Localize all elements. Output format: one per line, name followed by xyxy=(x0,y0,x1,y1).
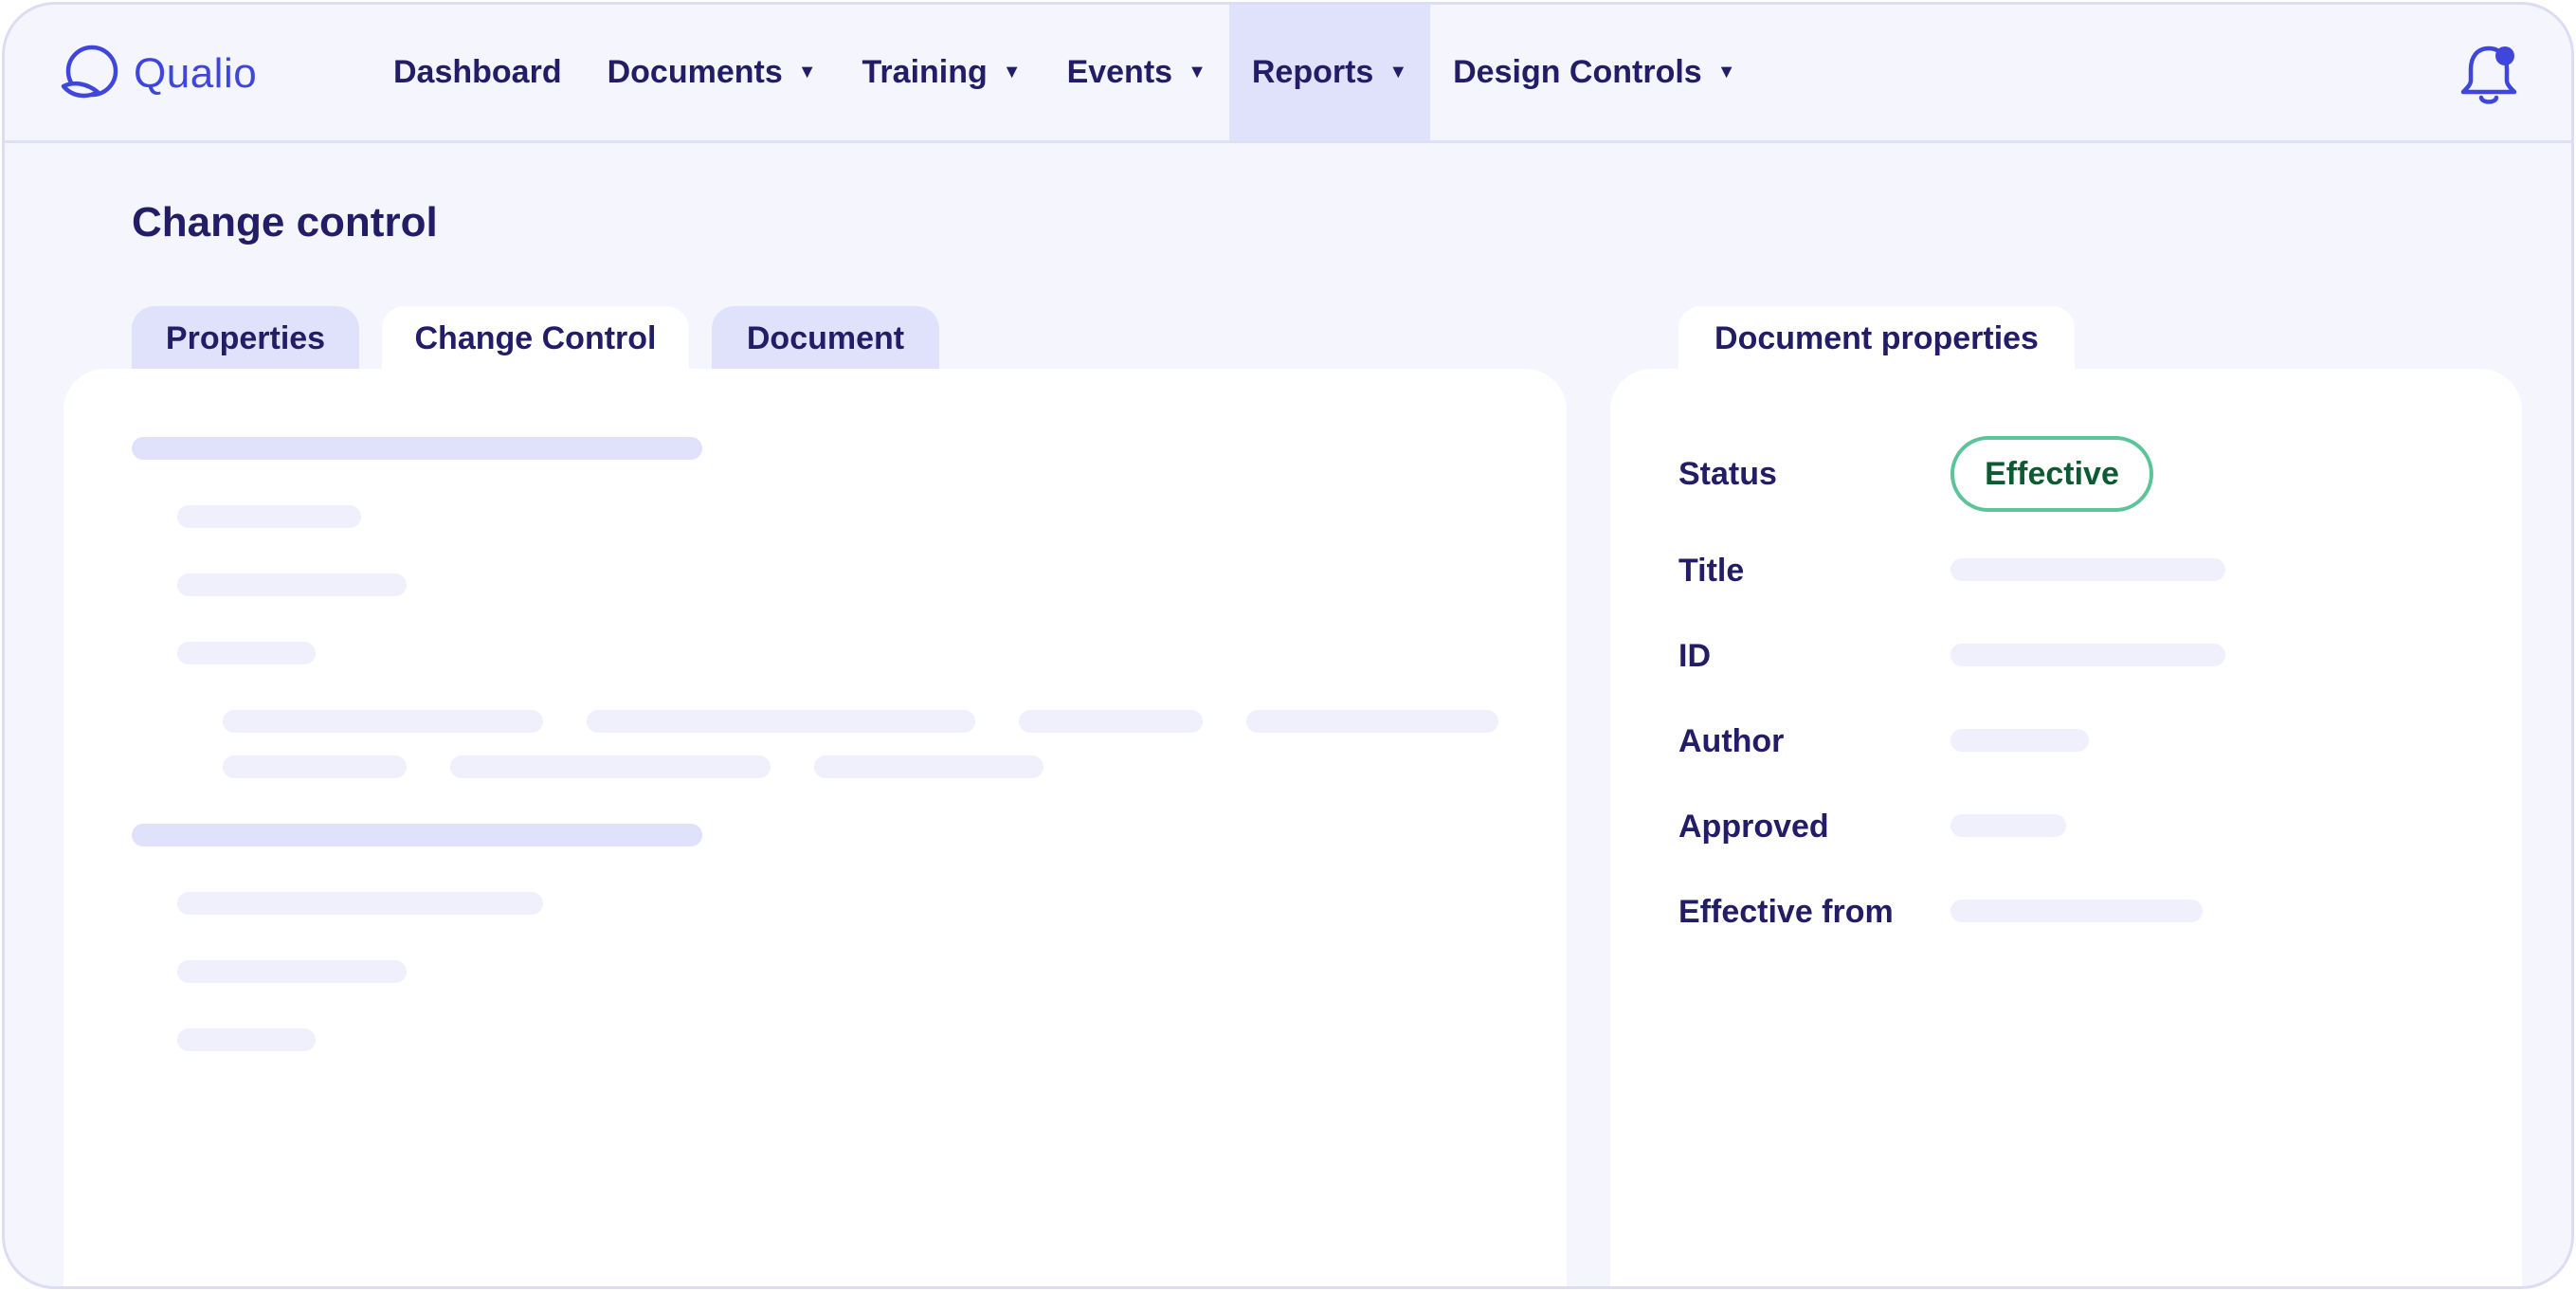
property-label-effective-from: Effective from xyxy=(1678,894,1894,930)
property-value-approved-skeleton xyxy=(1950,814,2066,837)
status-badge: Effective xyxy=(1950,436,2153,512)
nav-dashboard[interactable]: Dashboard xyxy=(371,5,585,140)
nav-training[interactable]: Training ▼ xyxy=(840,5,1044,140)
qualio-logo[interactable]: Qualio xyxy=(60,43,257,105)
tab-document-properties-label: Document properties xyxy=(1714,319,2039,356)
skeleton-line xyxy=(223,755,407,778)
nav-dashboard-label: Dashboard xyxy=(393,54,562,90)
tab-document-properties[interactable]: Document properties xyxy=(1678,306,2075,371)
property-label-author: Author xyxy=(1678,723,1785,759)
skeleton-heading xyxy=(132,437,702,460)
tab-properties[interactable]: Properties xyxy=(132,306,359,371)
tab-properties-label: Properties xyxy=(165,319,326,356)
skeleton-line xyxy=(1246,710,1498,733)
skeleton-line xyxy=(177,573,407,596)
skeleton-line xyxy=(450,755,771,778)
nav-reports[interactable]: Reports ▼ xyxy=(1228,5,1431,140)
skeleton-line xyxy=(1019,710,1203,733)
skeleton-line xyxy=(177,642,316,664)
skeleton-line xyxy=(223,710,543,733)
skeleton-line xyxy=(177,1028,316,1051)
bell-icon[interactable] xyxy=(2454,39,2524,109)
nav-design-controls[interactable]: Design Controls ▼ xyxy=(1430,5,1758,140)
nav-events[interactable]: Events ▼ xyxy=(1044,5,1229,140)
property-label-id: ID xyxy=(1678,638,1711,674)
property-label-status: Status xyxy=(1678,456,1777,492)
chevron-down-icon: ▼ xyxy=(1188,62,1206,82)
chevron-down-icon: ▼ xyxy=(1002,62,1022,82)
skeleton-line xyxy=(587,710,975,733)
property-label-approved: Approved xyxy=(1678,809,1829,845)
tab-change-control[interactable]: Change Control xyxy=(382,306,689,371)
qualio-logo-icon xyxy=(61,45,118,99)
chevron-down-icon: ▼ xyxy=(797,62,817,82)
logo-text: Qualio xyxy=(134,50,258,97)
skeleton-heading xyxy=(132,824,702,846)
page-title: Change control xyxy=(132,199,438,245)
property-value-author-skeleton xyxy=(1950,729,2089,752)
skeleton-line xyxy=(177,892,543,915)
tab-document[interactable]: Document xyxy=(712,306,939,371)
nav-events-label: Events xyxy=(1066,54,1173,90)
top-nav-bar: Qualio Dashboard Documents ▼ Training ▼ … xyxy=(5,5,2571,143)
property-value-title-skeleton xyxy=(1950,558,2225,581)
property-value-id-skeleton xyxy=(1950,644,2225,666)
chevron-down-icon: ▼ xyxy=(1716,62,1736,82)
nav-reports-label: Reports xyxy=(1251,54,1374,90)
app-window: Qualio Dashboard Documents ▼ Training ▼ … xyxy=(2,2,2574,1289)
nav-documents[interactable]: Documents ▼ xyxy=(585,5,840,140)
nav-design-controls-label: Design Controls xyxy=(1453,54,1702,90)
tab-document-label: Document xyxy=(746,319,905,356)
nav-documents-label: Documents xyxy=(607,54,783,90)
main-nav: Dashboard Documents ▼ Training ▼ Events … xyxy=(371,5,1759,140)
nav-training-label: Training xyxy=(862,54,988,90)
property-value-effective-from-skeleton xyxy=(1950,900,2203,922)
tab-change-control-label: Change Control xyxy=(414,319,657,356)
skeleton-line xyxy=(177,960,407,983)
chevron-down-icon: ▼ xyxy=(1388,62,1408,82)
notification-dot xyxy=(2495,46,2514,65)
skeleton-line xyxy=(177,505,361,528)
skeleton-line xyxy=(814,755,1043,778)
property-label-title: Title xyxy=(1678,553,1745,589)
